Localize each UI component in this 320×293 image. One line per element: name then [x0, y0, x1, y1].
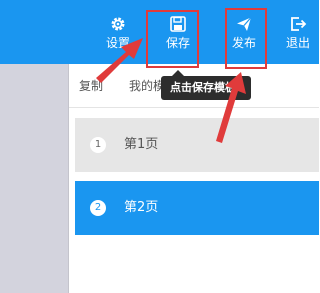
- editor-screen: 设置 保存 发布 退出 复制 我的模 点击保存模板 1 第1页 2 第2页: [0, 0, 319, 293]
- exit-button[interactable]: 退出: [280, 0, 316, 64]
- save-tooltip: 点击保存模板: [161, 76, 251, 100]
- page-label: 第1页: [124, 137, 159, 152]
- page-item-1[interactable]: 1 第1页: [75, 118, 319, 172]
- exit-label: 退出: [285, 35, 310, 50]
- copy-button[interactable]: 复制: [79, 78, 103, 94]
- page-number-badge: 1: [90, 137, 106, 153]
- settings-button[interactable]: 设置: [100, 0, 136, 64]
- gear-icon: [111, 17, 125, 30]
- left-sidebar: [0, 64, 68, 293]
- settings-label: 设置: [105, 35, 130, 50]
- logout-icon: [291, 16, 307, 31]
- page-label: 第2页: [124, 200, 159, 215]
- page-item-2[interactable]: 2 第2页: [75, 181, 319, 235]
- publish-highlight-box: [225, 8, 267, 69]
- save-highlight-box: [146, 10, 199, 68]
- page-number-badge: 2: [90, 200, 106, 216]
